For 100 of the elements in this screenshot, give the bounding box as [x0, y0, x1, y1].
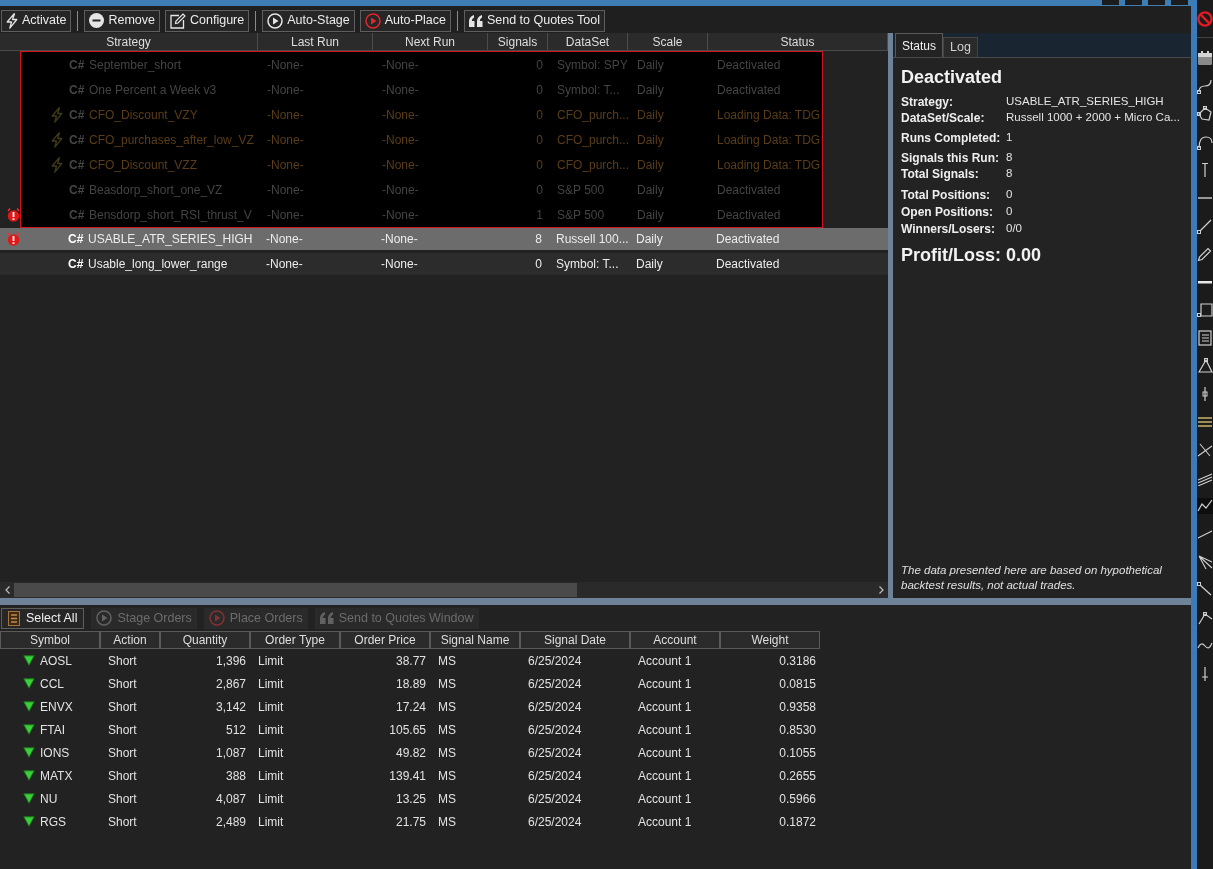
weight-text: 0.5966: [779, 790, 816, 808]
column-header[interactable]: Order Type: [250, 631, 340, 649]
order-price-text: 13.25: [395, 790, 426, 808]
fan-lines-icon[interactable]: [1197, 554, 1213, 570]
field-label: Open Positions:: [901, 203, 994, 221]
weight-text: 0.1872: [779, 813, 816, 831]
signal-date-text: 6/25/2024: [528, 721, 582, 739]
quote-icon: [319, 612, 334, 624]
status-text: Loading Data: TDG: [717, 156, 821, 174]
strategy-row[interactable]: C# USABLE_ATR_SERIES_HIGH -None- -None- 8 Russell 100... Daily Deactivated: [0, 228, 888, 250]
symbol-text: RGS: [40, 813, 66, 831]
status-text: Deactivated: [717, 81, 781, 99]
quote-icon: [468, 14, 483, 27]
panel-tab[interactable]: Log: [943, 37, 978, 57]
play-circle-icon: [364, 12, 381, 29]
account-text: Account 1: [638, 813, 692, 831]
no-entry-icon[interactable]: [1197, 11, 1213, 27]
column-header[interactable]: Action: [100, 631, 160, 649]
column-header[interactable]: Scale: [628, 33, 708, 50]
field-value: 8: [1006, 166, 1013, 182]
auto-place-button[interactable]: Auto-Place: [359, 9, 451, 32]
order-type-text: Limit: [258, 790, 284, 808]
zigzag-chart-icon[interactable]: [1197, 498, 1213, 514]
remove-button[interactable]: Remove: [84, 9, 160, 32]
polygon-icon[interactable]: [1197, 106, 1213, 122]
column-header[interactable]: Order Price: [340, 631, 430, 649]
column-header[interactable]: Last Run: [258, 33, 373, 50]
signal-name-text: MS: [438, 813, 456, 831]
column-header[interactable]: Signals: [488, 33, 548, 50]
down-triangle-icon: [23, 816, 35, 827]
language-label: C#: [69, 131, 86, 149]
horizontal-lines-icon[interactable]: [1197, 414, 1213, 430]
signals-count: 0: [536, 81, 543, 99]
strategy-name: CFO_Discount_VZZ: [89, 156, 198, 174]
status-text: Deactivated: [717, 181, 781, 199]
send-to-quotes-button[interactable]: Send to Quotes Tool: [463, 9, 605, 32]
column-header[interactable]: Strategy: [0, 33, 258, 50]
action-text: Short: [108, 790, 137, 808]
down-triangle-icon: [23, 724, 35, 735]
splitter-handle[interactable]: [0, 598, 1191, 605]
scale-text: Daily: [637, 81, 664, 99]
order-price-text: 105.65: [389, 721, 426, 739]
order-price-text: 18.89: [395, 675, 426, 693]
quantity-text: 2,867: [215, 675, 246, 693]
column-header[interactable]: Status: [708, 33, 888, 50]
quantity-text: 2,489: [215, 813, 246, 831]
angled-line-icon[interactable]: [1197, 610, 1213, 626]
scale-text: Daily: [637, 131, 664, 149]
auto-stage-button[interactable]: Auto-Stage: [262, 9, 355, 32]
profit-loss-label: Profit/Loss:: [901, 243, 1002, 267]
last-run-text: -None-: [267, 206, 304, 224]
column-header[interactable]: Account: [630, 631, 720, 649]
curve-icon[interactable]: [1197, 78, 1213, 94]
dataset-text: Symbol: SPY: [557, 56, 628, 74]
column-header[interactable]: Symbol: [0, 631, 100, 649]
column-header[interactable]: Quantity: [160, 631, 250, 649]
column-header[interactable]: Next Run: [373, 33, 488, 50]
panel-tab[interactable]: Status: [895, 33, 944, 57]
pencil-icon[interactable]: [1197, 246, 1213, 262]
language-label: C#: [69, 81, 86, 99]
symbol-text: ENVX: [40, 698, 73, 716]
scroll-left-button[interactable]: [0, 582, 14, 598]
column-header[interactable]: Weight: [720, 631, 820, 649]
strategy-name: USABLE_ATR_SERIES_HIGH: [88, 231, 253, 248]
parallel-lines-icon[interactable]: [1197, 470, 1213, 486]
account-text: Account 1: [638, 652, 692, 670]
diagonal-line-icon[interactable]: [1197, 218, 1213, 234]
configure-button[interactable]: Configure: [165, 9, 250, 32]
scroll-right-button[interactable]: [874, 582, 888, 598]
symbol-text: AOSL: [40, 652, 72, 670]
quantity-text: 3,142: [215, 698, 246, 716]
select-all-button[interactable]: Select All: [1, 607, 85, 629]
list-icon: [8, 610, 20, 626]
activate-button[interactable]: Activate: [1, 9, 72, 32]
column-header[interactable]: DataSet: [548, 33, 628, 50]
column-header[interactable]: Signal Date: [520, 631, 630, 649]
account-text: Account 1: [638, 675, 692, 693]
symbol-text: NU: [40, 790, 58, 808]
down-triangle-icon: [23, 747, 35, 758]
strategy-name: One Percent a Week v3: [89, 81, 217, 99]
field-label: Runs Completed:: [901, 130, 1002, 147]
crossed-lines-icon[interactable]: [1197, 442, 1213, 458]
column-header[interactable]: Signal Name: [430, 631, 520, 649]
signals-count: 0: [536, 131, 543, 149]
order-price-text: 38.77: [395, 652, 426, 670]
quantity-text: 4,087: [215, 790, 246, 808]
signal-date-text: 6/25/2024: [528, 790, 582, 808]
strategy-row[interactable]: C# Usable_long_lower_range -None- -None- 0 Symbol: T... Daily Deactivated: [0, 253, 888, 275]
calendar-icon[interactable]: [1197, 50, 1213, 66]
node-line-icon[interactable]: [1197, 582, 1213, 598]
arc-icon[interactable]: [1197, 134, 1213, 150]
document-icon[interactable]: [1197, 330, 1213, 346]
triangle-icon[interactable]: [1197, 358, 1213, 374]
order-type-text: Limit: [258, 813, 284, 831]
language-label: C#: [69, 156, 86, 174]
field-label: Signals this Run:: [901, 150, 1000, 167]
scrollbar-thumb[interactable]: [14, 583, 577, 597]
rectangle-icon[interactable]: [1197, 302, 1213, 318]
order-type-text: Limit: [258, 744, 284, 762]
field-value: 8: [1006, 150, 1013, 166]
